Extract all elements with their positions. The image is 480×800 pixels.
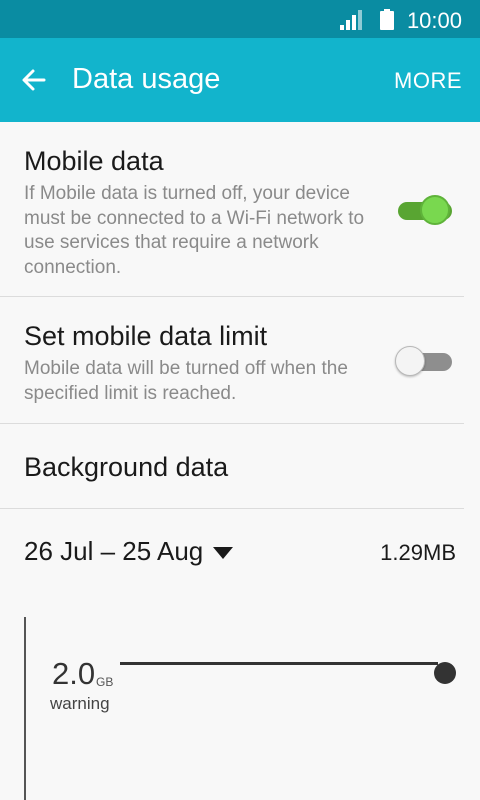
status-time: 10:00: [406, 8, 462, 33]
usage-total: 1.29MB: [380, 540, 456, 565]
divider: [0, 508, 464, 509]
more-button[interactable]: MORE: [394, 68, 462, 94]
warning-handle[interactable]: [434, 662, 456, 684]
cycle-range: 26 Jul – 25 Aug: [24, 536, 204, 566]
data-limit-toggle[interactable]: [395, 342, 453, 378]
data-limit-description: Mobile data will be turned off when the …: [24, 358, 348, 404]
mobile-data-toggle[interactable]: [395, 191, 453, 227]
mobile-data-label: Mobile data: [24, 146, 164, 176]
setting-background-data[interactable]: Background data: [0, 424, 480, 508]
toggle-thumb: [395, 346, 425, 376]
caret-down-icon: [213, 547, 234, 560]
status-bar: 10:00: [0, 0, 480, 38]
warning-value: 2.0: [52, 656, 96, 691]
battery-icon: [380, 9, 394, 30]
setting-data-limit[interactable]: Set mobile data limit Mobile data will b…: [0, 297, 480, 423]
warning-line[interactable]: [120, 662, 438, 665]
setting-mobile-data[interactable]: Mobile data If Mobile data is turned off…: [0, 122, 480, 296]
arrow-left-icon[interactable]: [18, 64, 50, 96]
app-bar: Data usage MORE: [0, 38, 480, 122]
data-limit-label: Set mobile data limit: [24, 321, 268, 351]
cycle-dropdown[interactable]: 26 Jul – 25 Aug: [24, 536, 234, 567]
signal-icon: [340, 10, 362, 30]
warning-label: warning: [50, 694, 110, 713]
chart-axis: [24, 617, 26, 800]
background-data-label: Background data: [24, 452, 229, 482]
page-title: Data usage: [72, 63, 221, 95]
toggle-thumb: [420, 195, 450, 225]
mobile-data-description: If Mobile data is turned off, your devic…: [24, 183, 365, 278]
warning-unit: GB: [96, 675, 114, 689]
